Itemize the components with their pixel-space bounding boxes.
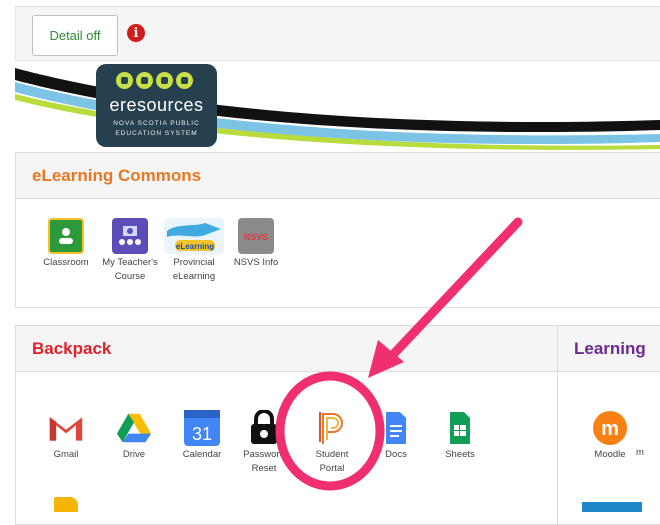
teacher-course-icon <box>112 218 148 254</box>
student-portal-icon <box>314 410 350 446</box>
app-label: Sheets <box>445 449 475 460</box>
app-label: Gmail <box>53 449 79 460</box>
nsvs-tile-text: NSVS <box>244 232 269 242</box>
app-label: Password <box>243 449 285 460</box>
backpack-title: Backpack <box>16 326 557 372</box>
learning-app-partial[interactable]: m <box>636 410 660 460</box>
detail-off-button[interactable]: Detail off <box>32 15 118 56</box>
svg-text:m: m <box>601 418 619 440</box>
calendar-day-text: 31 <box>192 424 212 444</box>
top-toolbar: Detail off i <box>15 6 660 61</box>
drive-icon <box>116 410 152 446</box>
docs-app[interactable]: Docs <box>366 410 426 462</box>
app-label-line2: Course <box>114 271 146 282</box>
calendar-icon: 31 <box>184 410 220 446</box>
elearning-title-text: eLearning Commons <box>32 165 202 185</box>
elearning-commons-title: eLearning Commons <box>16 153 660 199</box>
sheets-app[interactable]: Sheets <box>430 410 490 462</box>
app-label: Docs <box>385 449 407 460</box>
moodle-app[interactable]: m Moodle <box>580 410 640 462</box>
app-label: Student <box>315 449 349 460</box>
provincial-elearning-icon: eLearning <box>164 218 224 254</box>
classroom-app[interactable]: Classroom <box>36 218 96 270</box>
my-teachers-course-app[interactable]: My Teacher's Course <box>100 218 160 284</box>
moodle-icon: m <box>592 410 628 446</box>
app-label: Drive <box>122 449 146 460</box>
nsvs-icon: NSVS <box>238 218 274 254</box>
logo-brand: eresources <box>109 95 204 115</box>
learning-tile-partial[interactable] <box>582 502 642 512</box>
app-label-line2: eLearning <box>172 271 216 282</box>
info-icon[interactable]: i <box>127 24 145 42</box>
password-reset-app[interactable]: Password Reset <box>234 410 294 476</box>
classroom-icon <box>48 218 84 254</box>
app-label: NSVS Info <box>233 257 279 268</box>
slides-icon-partial[interactable] <box>54 497 78 512</box>
app-label: m <box>636 447 644 458</box>
app-label-line2: Portal <box>319 463 345 474</box>
nsvs-info-app[interactable]: NSVS NSVS Info <box>226 218 286 270</box>
backpack-title-text: Backpack <box>32 338 112 358</box>
sheets-icon <box>442 410 478 446</box>
student-portal-app[interactable]: Student Portal <box>302 410 362 476</box>
provincial-elearning-app[interactable]: eLearning Provincial eLearning <box>164 218 224 284</box>
partial-app-icon <box>636 410 656 446</box>
gmail-icon <box>48 410 84 446</box>
app-label: Provincial <box>173 257 215 268</box>
eresources-logo: eresources NOVA SCOTIA PUBLIC EDUCATION … <box>96 64 217 147</box>
app-label: Moodle <box>594 449 626 460</box>
app-label: Classroom <box>43 257 89 268</box>
calendar-app[interactable]: 31 Calendar <box>172 410 232 462</box>
logo-subtitle-1: NOVA SCOTIA PUBLIC <box>113 120 200 127</box>
learning-title: Learning <box>558 326 660 372</box>
app-label-line2: Reset <box>251 463 277 474</box>
gmail-app[interactable]: Gmail <box>36 410 96 462</box>
learning-title-text: Learning <box>574 338 646 358</box>
elearning-tile-text: eLearning <box>176 242 214 251</box>
drive-app[interactable]: Drive <box>104 410 164 462</box>
lock-icon <box>246 410 282 446</box>
app-label: My Teacher's <box>102 257 158 268</box>
app-label: Calendar <box>182 449 222 460</box>
docs-icon <box>378 410 414 446</box>
logo-subtitle-2: EDUCATION SYSTEM <box>115 130 198 137</box>
